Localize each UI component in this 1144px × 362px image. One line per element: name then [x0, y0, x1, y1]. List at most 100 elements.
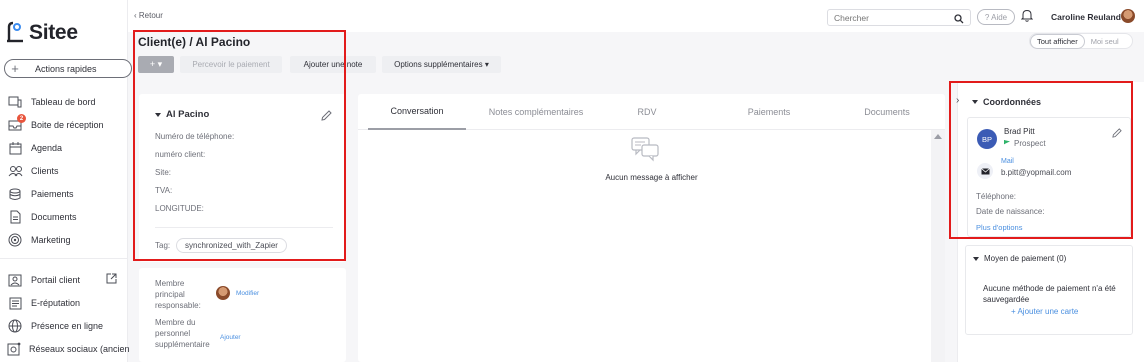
longitude-field: LONGITUDE: [155, 204, 204, 213]
principal-member-label: Membre principal responsable: [155, 279, 201, 310]
phone-label: Téléphone: [976, 192, 1017, 201]
contact-person-name: Brad Pitt [1004, 127, 1035, 136]
add-member-link[interactable]: Ajouter [220, 334, 241, 341]
sidebar-item-online-presence[interactable]: Présence en ligne [0, 316, 128, 336]
sidebar-item-label: Réseaux sociaux (ancien [29, 344, 130, 354]
birth-date-label: Date de naissance: [976, 207, 1045, 216]
sidebar-divider [0, 258, 128, 259]
coordinates-title-text: Coordonnées [983, 97, 1042, 107]
modify-member-link[interactable]: Modifier [236, 290, 259, 297]
sidebar-item-label: Paiements [31, 189, 74, 199]
tab-notes[interactable]: Notes complémentaires [486, 94, 586, 130]
brand-logo[interactable]: Sitee [5, 20, 78, 46]
sidebar-item-agenda[interactable]: Agenda [0, 138, 128, 158]
activity-tabs: Conversation Notes complémentaires RDV P… [358, 94, 945, 130]
sidebar-item-label: Clients [31, 166, 59, 176]
add-card-link[interactable]: + Ajouter une carte [1011, 307, 1078, 316]
site-field: Site: [155, 168, 172, 177]
search-input[interactable] [827, 9, 971, 26]
pencil-icon[interactable] [1112, 125, 1122, 143]
contact-initials-avatar: BP [977, 129, 997, 149]
member-avatar [216, 286, 230, 300]
sidebar: Sitee + Actions rapides Tableau de bord … [0, 0, 132, 362]
contact-status: Prospect [1004, 139, 1046, 148]
app-root: Sitee + Actions rapides Tableau de bord … [0, 0, 1144, 362]
inbox-badge: 2 [17, 114, 26, 123]
contact-name[interactable]: Al Pacino [155, 109, 209, 120]
more-options-button[interactable]: Options supplémentaires ▾ [382, 56, 501, 73]
help-button[interactable]: ? Aide [977, 9, 1015, 25]
quick-actions-button[interactable]: + Actions rapides [4, 59, 132, 78]
toggle-show-all[interactable]: Tout afficher [1030, 33, 1085, 49]
tab-conversation[interactable]: Conversation [368, 94, 466, 130]
back-link[interactable]: ‹ Retour [134, 11, 163, 20]
logo-icon [5, 21, 25, 45]
users-icon [7, 163, 23, 179]
add-dropdown-button[interactable]: + ▾ [138, 56, 174, 73]
divider [155, 227, 333, 228]
sidebar-item-label: Documents [31, 212, 77, 222]
sidebar-item-documents[interactable]: Documents [0, 207, 128, 227]
globe-icon [7, 318, 23, 334]
coordinates-title[interactable]: Coordonnées [972, 97, 1041, 107]
social-icon [7, 341, 21, 357]
sidebar-item-label: Agenda [31, 143, 63, 153]
user-avatar[interactable] [1121, 9, 1135, 23]
chevron-right-icon[interactable]: › [956, 95, 959, 106]
bell-icon[interactable] [1020, 9, 1034, 27]
no-payment-method-text: Aucune méthode de paiement n'a été sauve… [983, 284, 1116, 304]
sidebar-item-clients[interactable]: Clients [0, 161, 128, 181]
tag-chip[interactable]: synchronized_with_Zapier [176, 238, 287, 253]
toggle-only-me[interactable]: Moi seul [1085, 35, 1125, 48]
more-options-link[interactable]: Plus d'options [976, 223, 1022, 232]
collect-payment-button[interactable]: Percevoir le paiement [180, 56, 282, 73]
caret-down-icon [972, 100, 978, 104]
dashboard-icon [7, 94, 23, 110]
coins-icon [7, 186, 23, 202]
search-icon[interactable] [954, 11, 964, 29]
sidebar-item-payments[interactable]: Paiements [0, 184, 128, 204]
sidebar-item-label: Présence en ligne [31, 321, 104, 331]
scroll-up-arrow[interactable] [934, 134, 942, 139]
sidebar-item-label: E-réputation [31, 298, 81, 308]
tab-rdv[interactable]: RDV [608, 94, 686, 130]
activity-panel: Conversation Notes complémentaires RDV P… [358, 94, 945, 362]
sidebar-item-e-reputation[interactable]: E-réputation [0, 293, 128, 313]
portal-icon [7, 272, 23, 288]
contact-name-text: Al Pacino [166, 109, 210, 120]
sidebar-item-label: Tableau de bord [31, 97, 96, 107]
tab-payments[interactable]: Paiements [722, 94, 816, 130]
coordinates-card: BP Brad Pitt Prospect Mail b.pitt@yopmai… [967, 117, 1131, 237]
contact-card: Al Pacino Numéro de téléphone: numéro cl… [139, 94, 346, 262]
sidebar-item-dashboard[interactable]: Tableau de bord [0, 92, 128, 112]
add-note-button[interactable]: Ajouter une note [290, 56, 376, 73]
page-title: Client(e) / Al Pacino [138, 35, 251, 49]
sidebar-item-inbox[interactable]: 2 Boite de réception [0, 114, 128, 135]
sidebar-item-marketing[interactable]: Marketing [0, 230, 128, 250]
staff-members-card: Membre principal responsable: Modifier M… [139, 268, 346, 362]
document-icon [7, 209, 23, 225]
sidebar-item-label: Boite de réception [31, 120, 104, 130]
vat-field: TVA: [155, 186, 173, 195]
user-name[interactable]: Caroline Reuland [1051, 12, 1121, 22]
tab-documents[interactable]: Documents [840, 94, 934, 130]
target-icon [7, 232, 23, 248]
mail-value[interactable]: b.pitt@yopmail.com [1001, 168, 1071, 177]
payment-methods-title-text: Moyen de paiement (0) [984, 254, 1067, 263]
scrollbar[interactable] [931, 130, 945, 362]
inbox-icon: 2 [7, 114, 26, 133]
payment-methods-card: Moyen de paiement (0) Aucune méthode de … [965, 245, 1133, 335]
topbar: ‹ Retour ? Aide Caroline Reuland [128, 0, 1144, 32]
mail-label: Mail [1001, 158, 1014, 165]
pencil-icon[interactable] [321, 108, 332, 126]
payment-methods-title[interactable]: Moyen de paiement (0) [973, 254, 1066, 263]
plus-icon: + [11, 61, 19, 76]
sidebar-item-client-portal[interactable]: Portail client [0, 270, 128, 290]
mail-icon [977, 163, 993, 179]
client-number-field: numéro client: [155, 150, 206, 159]
reputation-icon [7, 295, 23, 311]
extra-member-label: Membre du personnel supplémentaire [155, 318, 210, 349]
calendar-icon [7, 140, 23, 156]
sidebar-item-social-networks[interactable]: Réseaux sociaux (ancien [0, 339, 130, 359]
empty-state-text: Aucun message à afficher [605, 173, 698, 182]
